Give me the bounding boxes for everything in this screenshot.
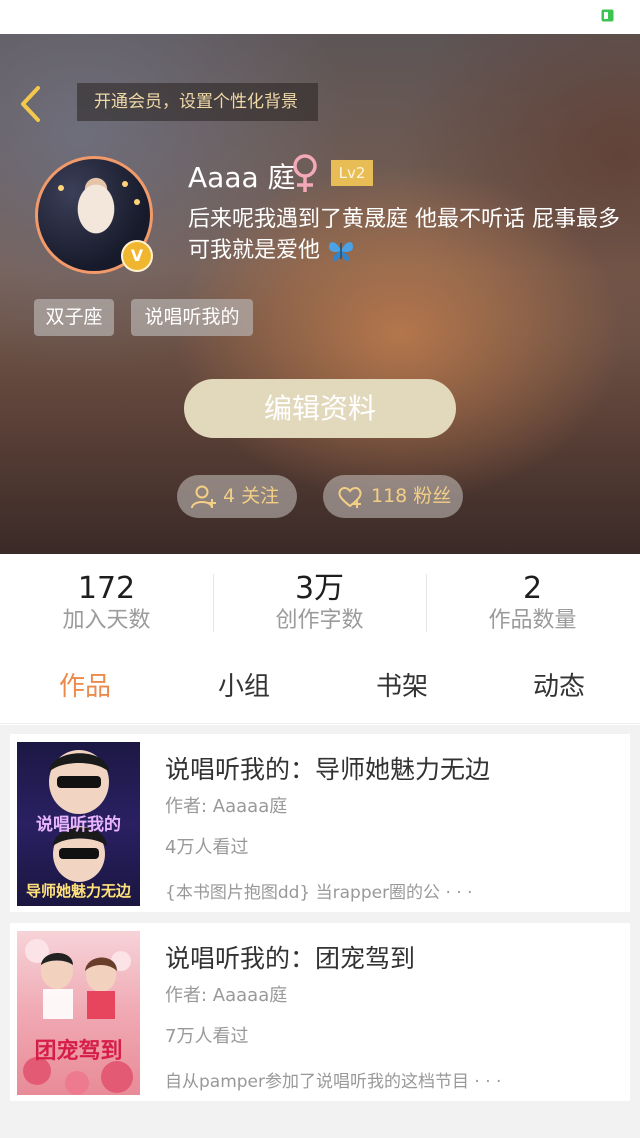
heart-icon xyxy=(338,487,362,508)
stat-works-count: 2 作品数量 xyxy=(426,572,639,636)
book-author: 作者: Aaaaa庭 xyxy=(165,796,288,817)
stat-label: 创作字数 xyxy=(275,608,364,633)
book-cover: 团宠驾到 xyxy=(17,931,140,1095)
avatar-detail xyxy=(58,185,64,191)
avatar-detail xyxy=(134,199,140,205)
book-cover: 说唱听我的 导师她魅力无边 xyxy=(17,742,140,906)
stat-label: 作品数量 xyxy=(488,608,577,633)
works-list: 说唱听我的 导师她魅力无边 说唱听我的：导师她魅力无边 作者: Aaaaa庭 4… xyxy=(0,725,640,1138)
stat-join-days: 172 加入天数 xyxy=(0,572,213,636)
stat-value: 172 xyxy=(77,571,136,606)
book-title: 说唱听我的：导师她魅力无边 xyxy=(165,755,491,784)
female-icon xyxy=(293,154,317,192)
stat-value: 2 xyxy=(522,571,543,606)
book-author: 作者: Aaaaa庭 xyxy=(165,985,288,1006)
profile-header: 开通会员，设置个性化背景 V Aaaa 庭 Lv2 后来呢我遇到了黄晟庭 他最不… xyxy=(0,34,640,554)
profile-tag: 说唱听我的 xyxy=(131,299,253,336)
book-card[interactable]: 说唱听我的 导师她魅力无边 说唱听我的：导师她魅力无边 作者: Aaaaa庭 4… xyxy=(10,734,630,912)
stat-label: 加入天数 xyxy=(62,608,151,633)
following-count: 4 关注 xyxy=(223,485,280,507)
cover-title: 说唱听我的 xyxy=(36,815,121,835)
profile-bio: 后来呢我遇到了黄晟庭 他最不听话 屁事最多 可我就是爱他 xyxy=(188,204,628,266)
edit-profile-button[interactable]: 编辑资料 xyxy=(184,379,456,438)
butterfly-icon xyxy=(329,242,354,262)
book-views: 7万人看过 xyxy=(165,1026,249,1047)
status-bar xyxy=(0,0,640,34)
followers-button[interactable]: 118 粉丝 xyxy=(323,475,463,518)
stat-word-count: 3万 创作字数 xyxy=(213,572,426,636)
stat-value: 3万 xyxy=(294,571,345,606)
book-card[interactable]: 团宠驾到 说唱听我的：团宠驾到 作者: Aaaaa庭 7万人看过 自从pampe… xyxy=(10,923,630,1101)
profile-tabs: 作品 小组 书架 动态 xyxy=(0,654,640,724)
book-description: {本书图片抱图dd} 当rapper圈的公 · · · xyxy=(165,883,473,903)
chevron-left-icon[interactable] xyxy=(16,82,50,126)
profile-tag: 双子座 xyxy=(34,299,114,336)
cover-subtitle: 导师她魅力无边 xyxy=(25,882,131,900)
vip-background-banner[interactable]: 开通会员，设置个性化背景 xyxy=(77,83,318,121)
cover-title: 团宠驾到 xyxy=(34,1039,123,1064)
book-title: 说唱听我的：团宠驾到 xyxy=(165,944,416,973)
stats-row: 172 加入天数 3万 创作字数 2 作品数量 xyxy=(0,554,640,654)
level-badge: Lv2 xyxy=(331,160,373,186)
username: Aaaa 庭 xyxy=(188,161,296,194)
book-description: 自从pamper参加了说唱听我的这档节目 · · · xyxy=(165,1072,502,1092)
battery-icon xyxy=(601,9,614,22)
vip-badge: V xyxy=(121,240,153,272)
avatar-detail xyxy=(122,181,128,187)
tab-activity[interactable]: 动态 xyxy=(479,666,639,703)
bio-text: 后来呢我遇到了黄晟庭 他最不听话 屁事最多 可我就是爱他 xyxy=(188,207,620,263)
tab-bookshelf[interactable]: 书架 xyxy=(322,666,482,703)
following-button[interactable]: 4 关注 xyxy=(177,475,297,518)
tab-works[interactable]: 作品 xyxy=(5,666,165,703)
cover-art xyxy=(23,939,133,1095)
add-user-icon xyxy=(191,485,216,509)
tab-groups[interactable]: 小组 xyxy=(164,666,324,703)
book-views: 4万人看过 xyxy=(165,837,249,858)
followers-count: 118 粉丝 xyxy=(371,485,452,507)
